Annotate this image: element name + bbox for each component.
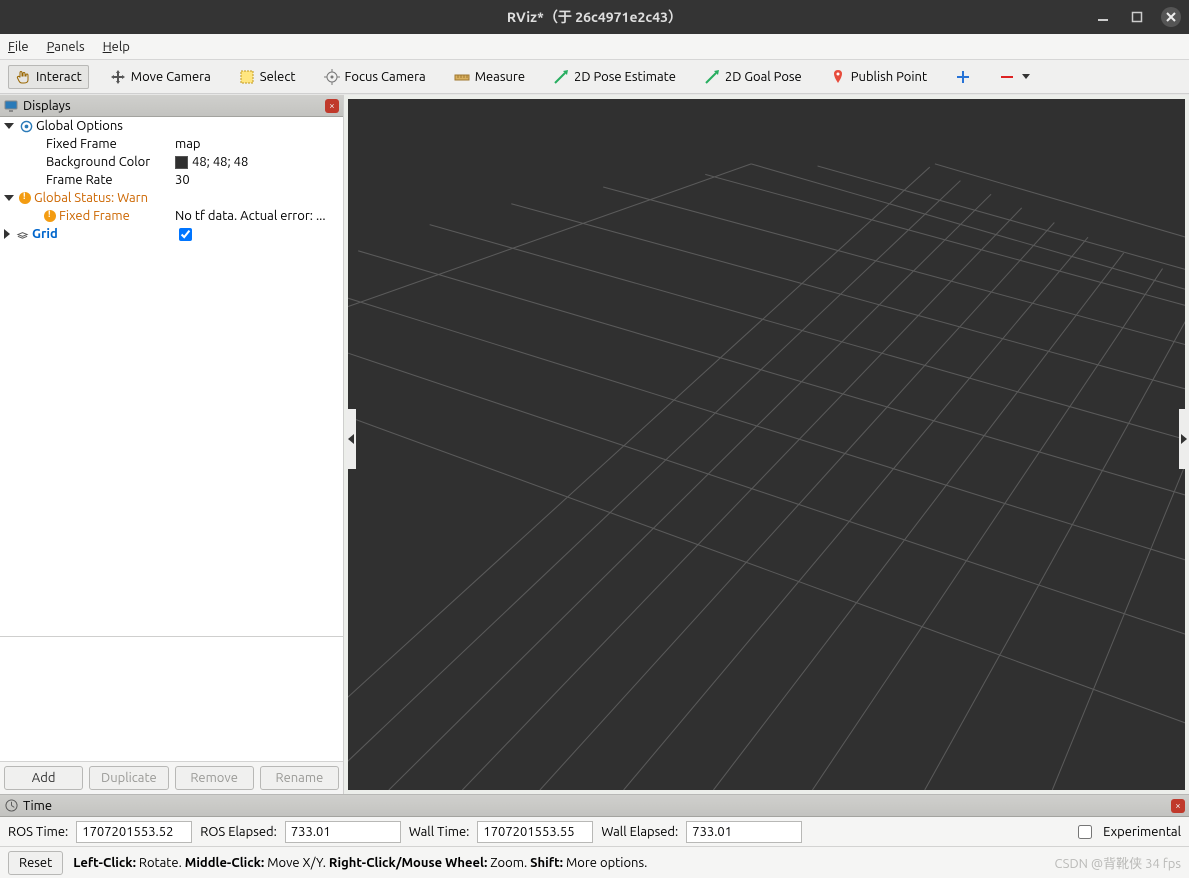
displays-header: Displays	[0, 95, 343, 117]
window-maximize-button[interactable]	[1127, 7, 1147, 27]
ros-time-input[interactable]	[76, 821, 192, 843]
tool-pose-estimate-label: 2D Pose Estimate	[574, 70, 676, 84]
toolbar: Interact Move Camera Select Focus Camera…	[0, 60, 1189, 94]
tool-focus-camera[interactable]: Focus Camera	[317, 65, 433, 89]
collapse-icon[interactable]	[4, 195, 14, 201]
duplicate-button[interactable]: Duplicate	[89, 766, 168, 790]
ros-elapsed-label: ROS Elapsed:	[200, 825, 277, 839]
tool-interact-label: Interact	[36, 70, 82, 84]
window-title: RViz*（于 26c4971e2c43）	[507, 7, 682, 27]
time-panel-header: Time	[0, 795, 1189, 817]
add-button[interactable]: Add	[4, 766, 83, 790]
grid-icon	[15, 227, 29, 241]
remove-button[interactable]: Remove	[175, 766, 254, 790]
select-icon	[239, 69, 255, 85]
rename-button[interactable]: Rename	[260, 766, 339, 790]
experimental-label: Experimental	[1103, 825, 1181, 839]
grid-checkbox[interactable]	[179, 228, 192, 241]
menu-file[interactable]: File	[8, 40, 29, 54]
frame-rate-label: Frame Rate	[46, 173, 113, 187]
tool-2d-pose-estimate[interactable]: 2D Pose Estimate	[546, 65, 683, 89]
chevron-down-icon	[1022, 74, 1030, 79]
background-color-value[interactable]: 48; 48; 48	[192, 155, 248, 169]
ruler-icon	[454, 69, 470, 85]
wall-time-input[interactable]	[477, 821, 593, 843]
wall-elapsed-label: Wall Elapsed:	[601, 825, 678, 839]
titlebar: RViz*（于 26c4971e2c43）	[0, 0, 1189, 34]
global-status-label: Global Status: Warn	[34, 191, 148, 205]
right-collapse-handle[interactable]	[1179, 409, 1189, 469]
tool-2d-goal-pose[interactable]: 2D Goal Pose	[697, 65, 809, 89]
window-close-button[interactable]	[1161, 7, 1181, 27]
status-fixed-frame-label: Fixed Frame	[59, 209, 130, 223]
tool-move-camera-label: Move Camera	[131, 70, 211, 84]
menu-panels[interactable]: Panels	[47, 40, 85, 54]
displays-title: Displays	[23, 99, 71, 113]
menubar: File Panels Help	[0, 34, 1189, 60]
plus-icon	[955, 69, 971, 85]
3d-view[interactable]	[348, 99, 1185, 790]
description-area	[0, 636, 343, 761]
grid-label: Grid	[32, 227, 58, 241]
fixed-frame-label: Fixed Frame	[46, 137, 117, 151]
collapse-icon[interactable]	[4, 123, 14, 129]
tool-goal-pose-label: 2D Goal Pose	[725, 70, 802, 84]
tool-measure[interactable]: Measure	[447, 65, 532, 89]
background-color-label: Background Color	[46, 155, 150, 169]
main-area: Displays Global Options Fixed Frame	[0, 94, 1189, 794]
frame-rate-value[interactable]: 30	[175, 173, 190, 187]
wall-elapsed-input[interactable]	[686, 821, 802, 843]
tree-button-row: Add Duplicate Remove Rename	[0, 761, 343, 794]
statusbar: Reset Left-Click: Rotate. Middle-Click: …	[0, 846, 1189, 878]
watermark: CSDN @背靴侠 34 fps	[1055, 853, 1181, 872]
tool-select-label: Select	[260, 70, 296, 84]
tool-select[interactable]: Select	[232, 65, 303, 89]
expand-icon[interactable]	[4, 229, 10, 239]
arrow-green-icon	[553, 69, 569, 85]
reset-button[interactable]: Reset	[8, 851, 63, 875]
warning-icon	[19, 192, 31, 204]
displays-tree[interactable]: Global Options Fixed Frame map Backgroun…	[0, 117, 343, 636]
gear-icon	[19, 119, 33, 133]
fixed-frame-value[interactable]: map	[175, 137, 201, 151]
tool-remove[interactable]	[992, 65, 1037, 89]
panel-close-button[interactable]	[325, 99, 339, 113]
tool-focus-camera-label: Focus Camera	[345, 70, 426, 84]
clock-icon	[4, 799, 18, 813]
time-fields: ROS Time: ROS Elapsed: Wall Time: Wall E…	[0, 817, 1189, 846]
monitor-icon	[4, 99, 18, 113]
tool-interact[interactable]: Interact	[8, 65, 89, 89]
ros-elapsed-input[interactable]	[285, 821, 401, 843]
global-options-label: Global Options	[36, 119, 123, 133]
experimental-checkbox[interactable]	[1078, 825, 1092, 839]
tool-measure-label: Measure	[475, 70, 525, 84]
window-minimize-button[interactable]	[1093, 7, 1113, 27]
ros-time-label: ROS Time:	[8, 825, 68, 839]
tool-publish-point[interactable]: Publish Point	[823, 65, 934, 89]
menu-help[interactable]: Help	[103, 40, 130, 54]
minus-icon	[999, 69, 1015, 85]
arrow-green-icon	[704, 69, 720, 85]
status-fixed-frame-value: No tf data. Actual error: ...	[175, 209, 326, 223]
target-icon	[324, 69, 340, 85]
warning-icon	[44, 210, 56, 222]
cursor-hand-icon	[15, 69, 31, 85]
status-hint: Left-Click: Rotate. Middle-Click: Move X…	[73, 856, 647, 870]
color-swatch[interactable]	[175, 156, 188, 169]
displays-sidebar: Displays Global Options Fixed Frame	[0, 95, 344, 794]
time-panel: Time ROS Time: ROS Elapsed: Wall Time: W…	[0, 794, 1189, 846]
panel-close-button[interactable]	[1171, 799, 1185, 813]
tool-move-camera[interactable]: Move Camera	[103, 65, 218, 89]
tool-publish-point-label: Publish Point	[851, 70, 927, 84]
view-container	[344, 95, 1189, 794]
wall-time-label: Wall Time:	[409, 825, 470, 839]
tool-add[interactable]	[948, 65, 978, 89]
time-panel-title: Time	[23, 799, 52, 813]
move-icon	[110, 69, 126, 85]
sidebar-collapse-handle[interactable]	[346, 409, 356, 469]
pin-icon	[830, 69, 846, 85]
